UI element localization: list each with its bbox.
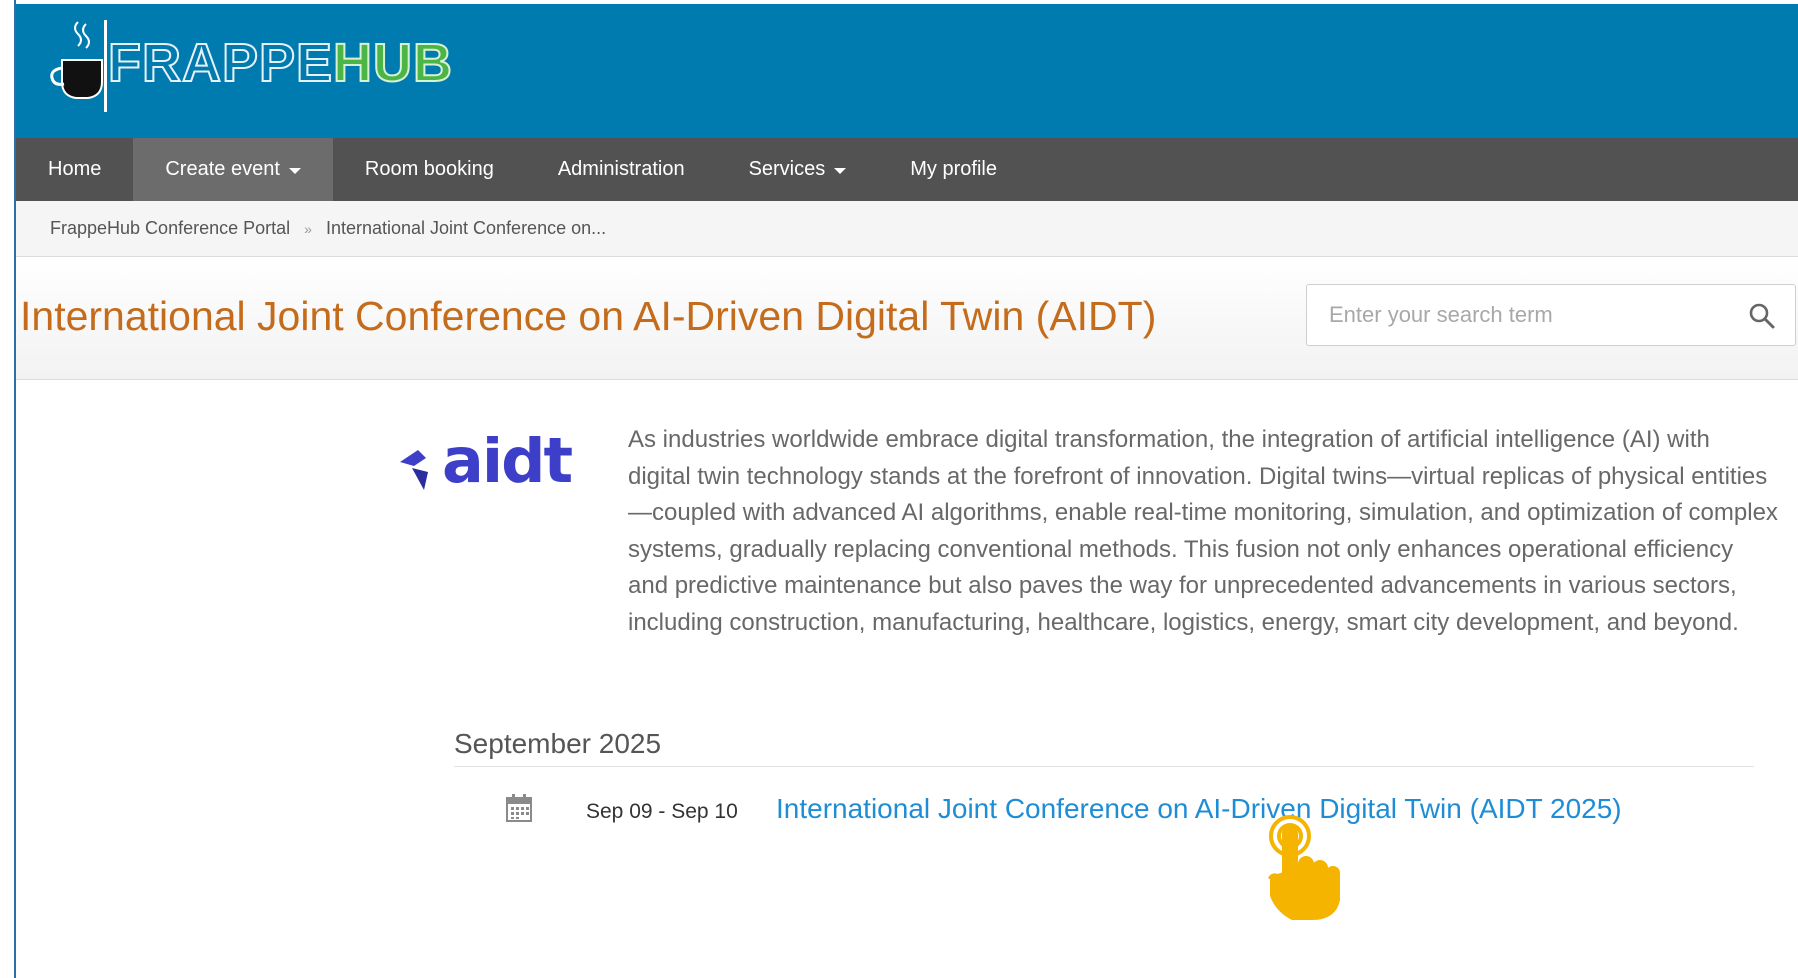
nav-my-profile-label: My profile [910, 158, 997, 180]
nav-home[interactable]: Home [16, 138, 133, 201]
site-header: FRAPPEHUB [16, 4, 1798, 138]
caret-down-icon [834, 167, 847, 174]
conference-description: As industries worldwide embrace digital … [628, 426, 1778, 636]
nav-home-label: Home [48, 158, 102, 180]
caret-down-icon [288, 167, 301, 174]
nav-my-profile[interactable]: My profile [878, 138, 1029, 201]
breadcrumb-separator: » [304, 220, 312, 237]
nav-create-event-label: Create event [165, 158, 280, 180]
search-box [1306, 284, 1796, 346]
logo-wordmark: FRAPPEHUB [107, 33, 454, 93]
nav-room-booking-label: Room booking [364, 158, 494, 180]
nav-administration-label: Administration [557, 158, 685, 180]
event-row: Sep 09 - Sep 10 International Joint Conf… [506, 790, 1798, 830]
search-icon[interactable] [1747, 301, 1777, 331]
calendar-icon [506, 794, 532, 822]
event-title-link[interactable]: International Joint Conference on AI-Dri… [776, 793, 1622, 825]
nav-services-label: Services [748, 158, 826, 180]
event-dates: Sep 09 - Sep 10 [586, 800, 738, 823]
page-title: International Joint Conference on AI-Dri… [20, 293, 1157, 339]
nav-create-event[interactable]: Create event [133, 138, 333, 201]
aidt-logo-text: aidt [442, 436, 572, 496]
aidt-logo-icon: aidt [400, 436, 574, 496]
title-bar: International Joint Conference on AI-Dri… [16, 257, 1798, 380]
search-input[interactable] [1307, 285, 1771, 345]
month-heading: September 2025 [454, 728, 1754, 767]
main-nav: Home Create event Room booking Administr… [16, 138, 1798, 201]
frappehub-logo[interactable]: FRAPPEHUB [48, 14, 453, 124]
breadcrumb: FrappeHub Conference Portal » Internatio… [16, 201, 1798, 257]
logo-frappe: FRAPPE [107, 33, 334, 93]
logo-hub: HUB [332, 33, 454, 93]
page-frame: FRAPPEHUB Home Create event Room booking… [14, 0, 1798, 978]
breadcrumb-item-portal[interactable]: FrappeHub Conference Portal [50, 218, 290, 239]
nav-services[interactable]: Services [717, 138, 879, 201]
nav-administration[interactable]: Administration [526, 138, 717, 201]
hand-pointer-icon [1268, 815, 1340, 920]
breadcrumb-item-conference[interactable]: International Joint Conference on... [326, 218, 606, 239]
nav-room-booking[interactable]: Room booking [333, 138, 526, 201]
